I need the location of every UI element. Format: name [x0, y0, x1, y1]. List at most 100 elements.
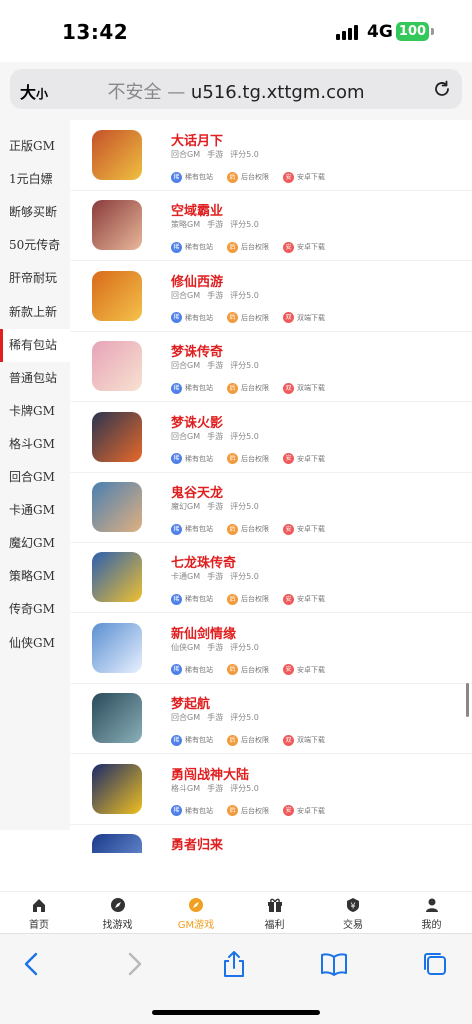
- tag-icon: 安: [283, 171, 294, 183]
- game-title[interactable]: 修仙西游: [171, 271, 223, 290]
- sidebar-item[interactable]: 回合GM: [0, 461, 70, 494]
- game-row[interactable]: 大话月下 回合GM 手游 评分5.0 稀稀有包站 后后台权限 安安卓下载: [70, 120, 472, 191]
- game-title[interactable]: 大话月下: [171, 130, 223, 149]
- game-category: 格斗GM: [171, 783, 201, 793]
- sidebar-item[interactable]: 策略GM: [0, 560, 70, 593]
- game-icon[interactable]: [92, 622, 142, 673]
- game-icon[interactable]: [92, 552, 142, 603]
- tag-badge: 后后台权限: [227, 805, 269, 817]
- sidebar-item[interactable]: 传奇GM: [0, 593, 70, 626]
- tag-icon: 稀: [171, 171, 182, 183]
- tag-label: 后台权限: [241, 313, 269, 322]
- game-title[interactable]: 鬼谷天龙: [171, 482, 223, 501]
- game-tags: 稀稀有包站 后后台权限 双双端下载: [171, 727, 339, 746]
- game-icon[interactable]: [92, 270, 142, 321]
- game-icon[interactable]: [92, 763, 142, 814]
- tag-label: 后台权限: [241, 595, 269, 604]
- share-icon[interactable]: [220, 950, 248, 978]
- tag-icon: 后: [227, 241, 238, 253]
- sidebar-item[interactable]: 仙侠GM: [0, 627, 70, 660]
- sidebar-item[interactable]: 卡牌GM: [0, 395, 70, 428]
- sidebar-item[interactable]: 卡通GM: [0, 494, 70, 527]
- game-icon[interactable]: [92, 341, 142, 392]
- reload-icon[interactable]: [432, 79, 452, 99]
- tag-badge: 后后台权限: [227, 382, 269, 394]
- forward-icon[interactable]: [120, 950, 148, 978]
- game-icon[interactable]: [92, 200, 142, 251]
- sidebar-item[interactable]: 魔幻GM: [0, 527, 70, 560]
- url-field[interactable]: 大小 不安全 — u516.tg.xttgm.com: [10, 69, 462, 109]
- game-title[interactable]: 勇者归来: [171, 834, 223, 853]
- game-row[interactable]: 勇者归来: [70, 824, 472, 853]
- game-category: 回合GM: [171, 431, 201, 441]
- tab-home[interactable]: 首页: [0, 892, 78, 934]
- game-row[interactable]: 七龙珠传奇 卡通GM 手游 评分5.0 稀稀有包站 后后台权限 安安卓下载: [70, 542, 472, 614]
- game-row[interactable]: 勇闯战神大陆 格斗GM 手游 评分5.0 稀稀有包站 后后台权限 安安卓下载: [70, 754, 472, 825]
- sidebar-item[interactable]: 肝帝耐玩: [0, 262, 70, 295]
- game-icon[interactable]: [92, 693, 142, 744]
- tag-label: 后台权限: [241, 454, 269, 463]
- game-title[interactable]: 梦起航: [171, 693, 210, 712]
- sidebar-item[interactable]: 50元传奇: [0, 229, 70, 262]
- game-row[interactable]: 修仙西游 回合GM 手游 评分5.0 稀稀有包站 后后台权限 双双端下载: [70, 261, 472, 332]
- tag-badge: 稀稀有包站: [171, 593, 213, 605]
- tag-label: 稀有包站: [185, 665, 213, 674]
- game-row[interactable]: 梦诛火影 回合GM 手游 评分5.0 稀稀有包站 后后台权限 安安卓下载: [70, 402, 472, 473]
- tab-gm[interactable]: GM游戏: [157, 892, 235, 934]
- game-row[interactable]: 新仙剑情缘 仙侠GM 手游 评分5.0 稀稀有包站 后后台权限 安安卓下载: [70, 613, 472, 684]
- tag-label: 安卓下载: [297, 454, 325, 463]
- back-icon[interactable]: [18, 950, 46, 978]
- tag-icon: 稀: [171, 382, 182, 394]
- sidebar-item[interactable]: 稀有包站: [0, 328, 70, 362]
- game-type: 手游: [207, 431, 224, 441]
- game-category: 魔幻GM: [171, 502, 201, 511]
- scrollbar[interactable]: [466, 683, 469, 717]
- game-title[interactable]: 空域霸业: [171, 200, 223, 219]
- game-icon[interactable]: [92, 411, 142, 462]
- game-title[interactable]: 七龙珠传奇: [171, 552, 236, 571]
- game-title[interactable]: 梦诛火影: [171, 412, 223, 431]
- tag-icon: 后: [227, 382, 238, 394]
- game-icon[interactable]: [92, 834, 142, 853]
- bookmarks-icon[interactable]: [320, 950, 348, 978]
- tab-gift[interactable]: 福利: [236, 892, 314, 934]
- game-title[interactable]: 勇闯战神大陆: [171, 764, 249, 783]
- tag-badge: 稀稀有包站: [171, 805, 213, 817]
- tag-icon: 稀: [171, 593, 182, 605]
- game-list: 大话月下 回合GM 手游 评分5.0 稀稀有包站后后台权限安安卓下载 空域霸业 策略GM 手游…: [70, 120, 472, 853]
- tag-icon: 双: [283, 382, 294, 394]
- tag-icon: 后: [227, 664, 238, 676]
- game-row[interactable]: 鬼谷天龙 魔幻GM 手游 评分5.0 稀稀有包站 后后台权限 安安卓下载: [70, 472, 472, 543]
- tag-icon: 后: [227, 734, 238, 746]
- game-row[interactable]: 梦起航 回合GM 手游 评分5.0 稀稀有包站 后后台权限 双双端下载: [70, 683, 472, 755]
- game-category: 仙侠GM: [171, 642, 201, 652]
- game-row[interactable]: 梦诛传奇 回合GM 手游 评分5.0 稀稀有包站 后后台权限 双双端下载: [70, 331, 472, 403]
- battery-icon: 100: [396, 22, 429, 41]
- sidebar-item[interactable]: 新款上新: [0, 296, 70, 329]
- game-title[interactable]: 梦诛传奇: [171, 341, 223, 360]
- sidebar-item[interactable]: 正版GM: [0, 130, 70, 163]
- tab-label: 我的: [421, 920, 442, 931]
- tag-icon: 稀: [171, 523, 182, 535]
- game-title[interactable]: 新仙剑情缘: [171, 623, 236, 642]
- tab-label: 交易: [343, 920, 363, 931]
- tag-badge: 稀稀有包站: [171, 523, 213, 535]
- tag-label: 后台权限: [241, 384, 269, 393]
- tab-user[interactable]: 我的: [393, 892, 471, 934]
- game-icon[interactable]: [92, 130, 142, 180]
- sidebar-item[interactable]: 断够买断: [0, 196, 70, 229]
- tag-label: 稀有包站: [185, 454, 213, 463]
- game-row[interactable]: 空域霸业 策略GM 手游 评分5.0 稀稀有包站 后后台权限 安安卓下载: [70, 190, 472, 262]
- url-text[interactable]: 不安全 — u516.tg.xttgm.com: [10, 78, 462, 104]
- tag-icon: 双: [283, 734, 294, 746]
- tag-icon: 稀: [171, 241, 182, 253]
- tab-compass[interactable]: 找游戏: [79, 892, 157, 934]
- tabs-icon[interactable]: [421, 950, 449, 978]
- sidebar-item[interactable]: 1元白嫖: [0, 163, 70, 196]
- game-icon[interactable]: [92, 482, 142, 532]
- game-type: 手游: [207, 572, 224, 582]
- sidebar-item[interactable]: 格斗GM: [0, 428, 70, 461]
- tab-yen[interactable]: ¥ 交易: [314, 892, 392, 934]
- sidebar-item[interactable]: 普通包站: [0, 362, 70, 395]
- tag-badge: 双双端下载: [283, 734, 325, 746]
